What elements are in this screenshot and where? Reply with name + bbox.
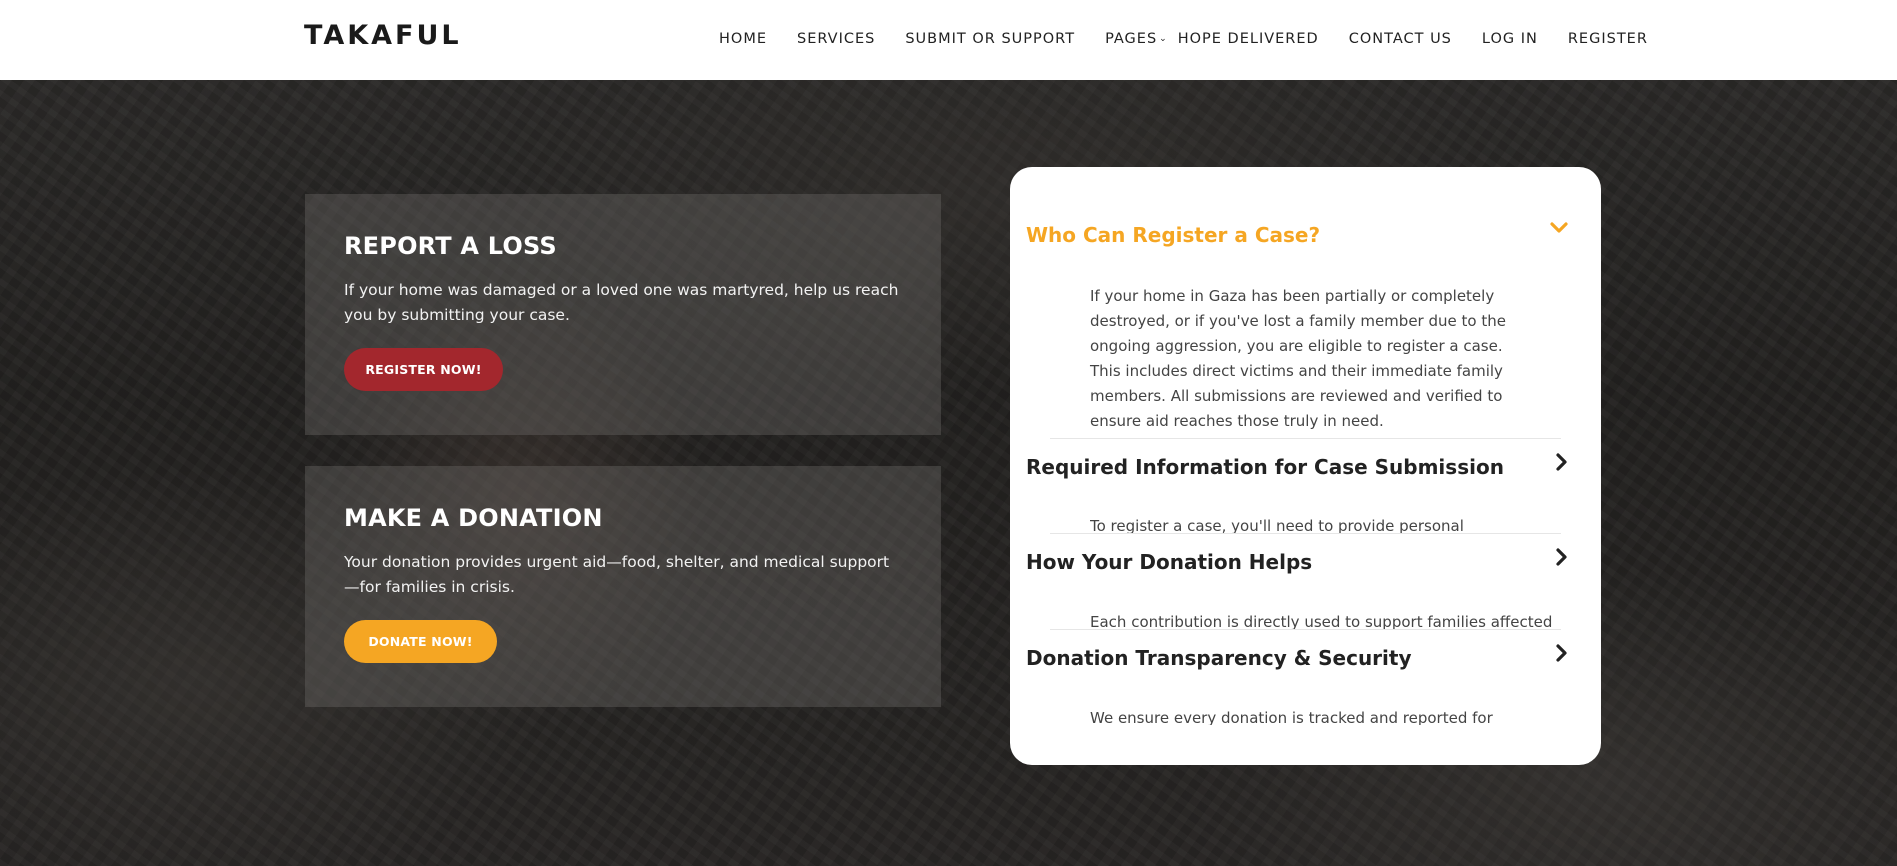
faq-answer-transparency-text: We ensure every donation is tracked and … [1090,709,1493,725]
faq-divider [1050,629,1561,630]
nav-services[interactable]: SERVICES [797,31,875,47]
nav-submit-label: SUBMIT OR SUPPORT [905,31,1076,47]
nav-home[interactable]: HOME [719,31,767,47]
make-donation-text: Your donation provides urgent aid—food, … [344,553,890,596]
faq-answer-transparency-security: We ensure every donation is tracked and … [1090,706,1560,725]
nav-services-label: SERVICES [797,31,876,47]
make-donation-title: MAKE A DONATION [344,504,603,532]
faq-answer-donation-helps: Each contribution is directly used to su… [1090,610,1560,629]
faq-divider [1050,533,1561,534]
report-loss-card: REPORT A LOSS If your home was damaged o… [305,194,941,435]
report-loss-title: REPORT A LOSS [344,232,557,260]
faq-question-required-information[interactable]: Required Information for Case Submission [1026,455,1504,479]
nav-hope-delivered[interactable]: HOPE DELIVERED [1178,31,1319,47]
make-donation-card: MAKE A DONATION Your donation provides u… [305,466,941,707]
register-now-button[interactable]: REGISTER NOW! [344,348,503,391]
site-logo[interactable]: TAKAFUL [304,20,462,51]
donate-now-button[interactable]: DONATE NOW! [344,620,497,663]
nav-pages-label: PAGES [1105,31,1158,47]
faq-answer-required-information: To register a case, you'll need to provi… [1090,514,1560,533]
nav-hope-label: HOPE DELIVERED [1177,31,1319,47]
faq-answer-required-text: To register a case, you'll need to provi… [1090,517,1464,533]
site-header: TAKAFUL HOME SERVICES SUBMIT OR SUPPORT … [0,0,1897,80]
hero-overlay [0,80,1897,866]
nav-submit-or-support[interactable]: SUBMIT OR SUPPORT [905,31,1075,47]
nav-register-label: REGISTER [1567,31,1648,47]
faq-question-transparency-security[interactable]: Donation Transparency & Security [1026,646,1412,670]
report-loss-text: If your home was damaged or a loved one … [344,281,899,324]
faq-answer-donation-helps-text: Each contribution is directly used to su… [1090,613,1553,629]
nav-log-in[interactable]: LOG IN [1482,31,1538,47]
faq-divider [1050,438,1561,439]
chevron-right-icon[interactable] [1555,643,1569,668]
nav-contact-label: CONTACT US [1348,31,1452,47]
nav-contact-us[interactable]: CONTACT US [1349,31,1452,47]
main-nav: HOME SERVICES SUBMIT OR SUPPORT PAGES ⌄ H… [719,31,1648,47]
nav-pages[interactable]: PAGES ⌄ [1105,31,1168,47]
faq-answer-who-can-register: If your home in Gaza has been partially … [1090,287,1506,430]
nav-login-label: LOG IN [1481,31,1538,47]
chevron-down-icon: ⌄ [1159,34,1168,44]
nav-register[interactable]: REGISTER [1568,31,1648,47]
nav-home-label: HOME [719,31,767,47]
hero-background-image [0,80,1897,866]
faq-accordion: Who Can Register a Case? If your home in… [1010,167,1601,765]
faq-question-donation-helps[interactable]: How Your Donation Helps [1026,550,1312,574]
chevron-right-icon[interactable] [1555,547,1569,572]
chevron-right-icon[interactable] [1555,452,1569,477]
chevron-down-icon[interactable] [1549,219,1569,240]
faq-question-who-can-register[interactable]: Who Can Register a Case? [1026,223,1320,247]
